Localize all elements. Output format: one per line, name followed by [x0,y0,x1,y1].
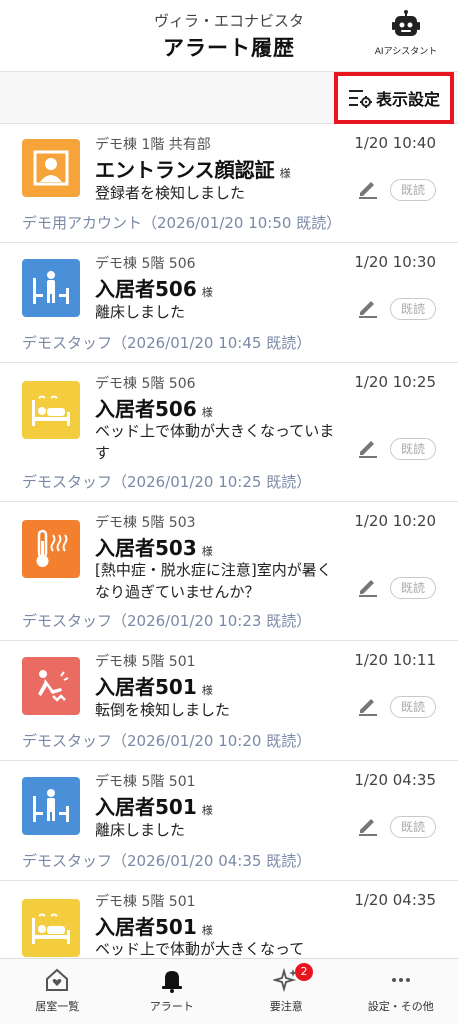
read-badge[interactable]: 既読 [390,816,436,838]
read-by-staff: デモスタッフ（2026/01/20 04:35 既読） [22,852,312,870]
pencil-icon[interactable] [356,176,380,200]
face-recognition-icon [22,139,80,197]
alert-list-item[interactable]: デモ棟 5階 506 1/20 10:30 入居者506 様 離床しました 既読 … [0,243,458,363]
alert-list-item[interactable]: デモ棟 1階 共有部 1/20 10:40 エントランス顔認証様 登録者を検知し… [0,124,458,243]
alert-message: 登録者を検知しました [95,184,246,202]
alert-location: デモ棟 5階 506 [95,376,196,392]
read-badge[interactable]: 既読 [390,696,436,718]
alert-time: 1/20 10:30 [354,253,436,271]
honorific: 様 [201,286,213,299]
read-by-staff: デモ用アカウント（2026/01/20 10:50 既読） [22,214,342,232]
bed-motion-icon [22,381,80,439]
alert-location: デモ棟 5階 506 [95,256,196,272]
alert-list-item[interactable]: デモ棟 5階 501 1/20 04:35 入居者501 様 離床しました 既読 … [0,761,458,881]
alert-location: デモ棟 5階 501 [95,654,196,670]
read-by-staff: デモスタッフ（2026/01/20 10:20 既読） [22,732,312,750]
nav-rooms-label: 居室一覧 [35,1000,80,1013]
resident-name-text: 入居者501 [95,795,197,819]
heatstroke-thermometer-icon [22,520,80,578]
resident-name: 入居者501 様 [95,791,213,820]
alert-time: 1/20 10:20 [354,512,436,530]
ai-assistant-label: AIアシスタント [374,47,438,57]
display-settings-label: 表示設定 [375,90,440,109]
robot-icon [392,10,420,36]
read-badge[interactable]: 既読 [390,438,436,460]
pencil-icon[interactable] [356,693,380,717]
home-heart-icon [46,968,69,991]
read-badge[interactable]: 既読 [390,179,436,201]
resident-name: 入居者506 様 [95,393,213,422]
pencil-icon[interactable] [356,574,380,598]
pencil-icon[interactable] [356,295,380,319]
alert-time: 1/20 10:25 [354,373,436,391]
bottom-navigation: 居室一覧 アラート 2 要注意 設定・その他 [0,958,458,1024]
alert-time: 1/20 04:35 [354,891,436,909]
resident-name: 入居者506 様 [95,273,213,302]
bell-icon [161,971,182,993]
alert-location: デモ棟 5階 501 [95,894,196,910]
fall-detection-icon [22,657,80,715]
alert-message: 転倒を検知しました [95,701,231,719]
leave-bed-icon [22,259,80,317]
resident-name-text: 入居者501 [95,915,197,939]
alert-list-item[interactable]: デモ棟 5階 503 1/20 10:20 入居者503 様 [熱中症・脱水症に注… [0,502,458,641]
leave-bed-icon [22,777,80,835]
filter-settings-icon [348,90,372,108]
read-by-staff: デモスタッフ（2026/01/20 10:45 既読） [22,334,312,352]
pencil-icon[interactable] [356,435,380,459]
alert-location: デモ棟 5階 501 [95,774,196,790]
alert-time: 1/20 04:35 [354,771,436,789]
resident-name: 入居者501 様 [95,671,213,700]
ai-assistant-button[interactable]: AIアシスタント [366,10,446,66]
alert-time: 1/20 10:40 [354,134,436,152]
alert-list-item[interactable]: デモ棟 5階 501 1/20 10:11 入居者501 様 転倒を検知しました … [0,641,458,761]
resident-name: 入居者501 様 [95,911,213,940]
attention-count-badge: 2 [295,963,313,981]
alert-message: ベッド上で体動が大きくなって [95,940,305,958]
read-badge[interactable]: 既読 [390,298,436,320]
honorific: 様 [201,545,213,558]
list-toolbar: 表示設定 [0,72,458,124]
bed-motion-icon [22,899,80,957]
read-by-staff: デモスタッフ（2026/01/20 10:23 既読） [22,612,312,630]
honorific: 様 [201,804,213,817]
read-badge[interactable]: 既読 [390,577,436,599]
honorific: 様 [201,406,213,419]
read-by-staff: デモスタッフ（2026/01/20 10:25 既読） [22,473,312,491]
nav-attention-label: 要注意 [269,1000,303,1013]
nav-settings-label: 設定・その他 [367,1000,434,1013]
nav-alerts-label: アラート [149,1000,194,1013]
resident-name-text: 入居者506 [95,397,197,421]
resident-name-text: 入居者501 [95,675,197,699]
alert-message: ベッド上で体動が大きくなっています [95,422,335,462]
nav-attention[interactable]: 2 要注意 [229,959,344,1024]
app-header: ヴィラ・エコナビスタ アラート履歴 AIアシスタント [0,0,458,72]
pencil-icon[interactable] [356,813,380,837]
alert-time: 1/20 10:11 [354,651,436,669]
resident-name-text: 入居者506 [95,277,197,301]
honorific: 様 [201,684,213,697]
nav-rooms[interactable]: 居室一覧 [0,959,115,1024]
alert-message: [熱中症・脱水症に注意]室内が暑くなり過ぎていませんか？ [95,561,332,601]
honorific: 様 [201,924,213,937]
alert-message: 離床しました [95,821,186,839]
alert-message: 離床しました [95,303,186,321]
nav-alerts[interactable]: アラート [115,959,230,1024]
more-dots-icon [391,978,410,982]
honorific: 様 [279,167,291,180]
alert-location: デモ棟 1階 共有部 [95,137,211,153]
resident-name-text: 入居者503 [95,536,197,560]
resident-name: 入居者503 様 [95,532,213,561]
display-settings-button[interactable]: 表示設定 [334,72,454,124]
alert-list: デモ棟 1階 共有部 1/20 10:40 エントランス顔認証様 登録者を検知し… [0,124,458,1001]
resident-name-text: エントランス顔認証 [95,158,275,182]
nav-settings[interactable]: 設定・その他 [344,959,458,1024]
resident-name: エントランス顔認証様 [95,154,291,183]
alert-list-item[interactable]: デモ棟 5階 506 1/20 10:25 入居者506 様 ベッド上で体動が大き… [0,363,458,502]
alert-location: デモ棟 5階 503 [95,515,196,531]
